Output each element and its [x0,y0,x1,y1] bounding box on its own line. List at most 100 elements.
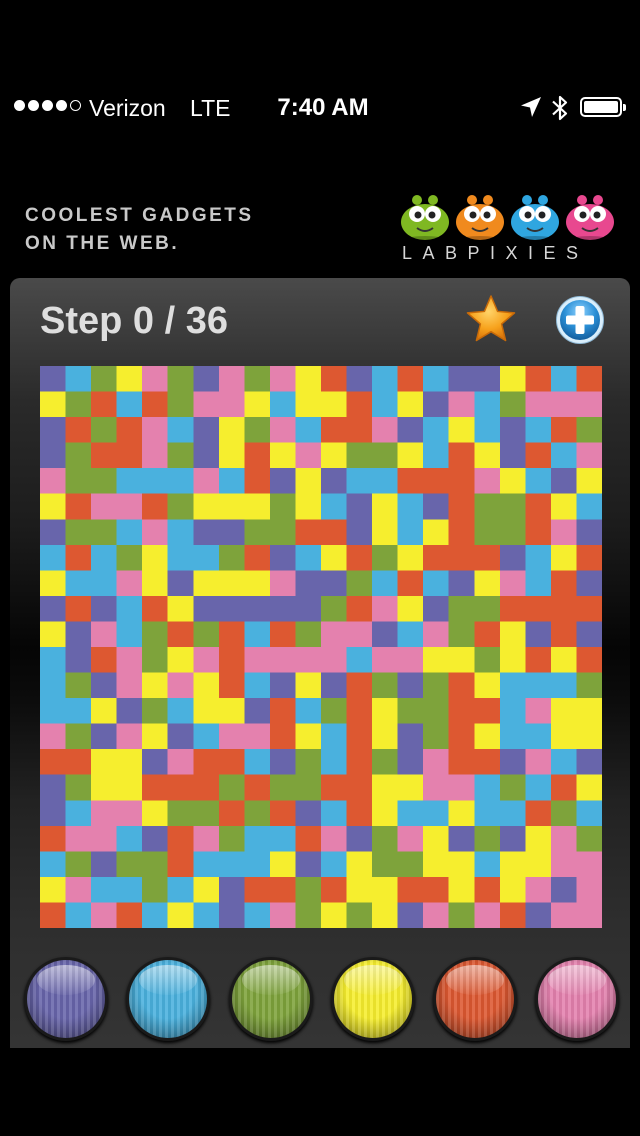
board-cell-yellow [499,647,526,674]
board-cell-blue [91,570,118,597]
board-cell-purple [499,417,526,444]
board-cell-green [295,876,322,904]
add-moves-button[interactable] [555,295,605,345]
board-cell-purple [448,825,475,852]
board-cell-blue [116,519,143,546]
ad-banner[interactable]: COOLEST GADGETS ON THE WEB. LABPIXIES [0,180,640,270]
board-cell-pink [91,621,118,648]
board-cell-purple [218,902,245,928]
star-icon[interactable] [464,294,518,346]
board-cell-purple [499,749,526,776]
board-cell-pink [423,774,450,801]
board-cell-blue [244,672,271,699]
status-time: 7:40 AM [277,94,369,121]
board-cell-red [397,570,424,597]
board-cell-red [193,749,220,776]
board-cell-purple [91,672,118,699]
board-cell-yellow [167,902,194,928]
board-cell-red [448,493,475,520]
board-cell-red [448,698,475,725]
board-cell-blue [321,493,348,520]
board-cell-green [372,825,399,852]
pink-color-button[interactable] [538,960,616,1038]
board-cell-blue [116,468,143,495]
board-cell-red [525,493,552,520]
yellow-color-button[interactable] [334,960,412,1038]
board-cell-pink [218,391,245,418]
board-cell-green [65,468,92,495]
board-cell-purple [91,595,118,623]
board-cell-pink [116,672,143,699]
board-cell-pink [499,570,526,597]
board-cell-red [474,621,501,648]
board-cell-pink [397,825,424,852]
board-cell-yellow [193,876,220,904]
board-cell-pink [321,621,348,648]
blue-color-button[interactable] [129,960,207,1038]
board-cell-green [269,774,297,801]
board-cell-green [295,621,322,648]
board-cell-purple [40,442,67,469]
board-cell-yellow [193,493,220,520]
board-cell-yellow [218,417,245,444]
board-cell-green [423,698,450,725]
game-board[interactable] [40,366,602,928]
board-cell-red [525,519,552,546]
board-cell-purple [499,825,526,852]
board-cell-green [474,493,501,520]
board-cell-blue [321,851,348,878]
board-cell-pink [116,723,143,750]
board-cell-red [40,825,67,852]
board-cell-yellow [40,570,67,597]
board-cell-purple [295,595,322,623]
board-cell-purple [499,544,526,571]
board-cell-blue [346,647,373,674]
board-cell-blue [193,723,220,750]
board-cell-green [193,621,220,648]
board-cell-pink [525,876,552,904]
board-cell-red [218,621,245,648]
board-cell-purple [346,825,373,852]
board-cell-green [91,417,118,444]
board-cell-green [499,519,526,546]
board-cell-blue [142,468,169,495]
board-cell-purple [550,876,578,904]
board-cell-purple [40,595,67,623]
board-cell-purple [193,442,220,469]
board-cell-blue [474,800,501,827]
board-cell-green [499,774,526,801]
board-cell-purple [65,621,92,648]
board-cell-blue [397,800,424,827]
board-cell-green [218,774,245,801]
red-color-button[interactable] [436,960,514,1038]
board-cell-green [372,749,399,776]
board-cell-purple [295,800,322,827]
board-cell-purple [423,595,450,623]
board-cell-red [550,774,578,801]
board-cell-green [372,544,399,571]
board-cell-green [499,493,526,520]
board-cell-blue [193,544,220,571]
board-cell-blue [321,723,348,750]
board-cell-purple [397,902,424,928]
board-cell-red [576,366,602,393]
status-bar: Verizon LTE 7:40 AM [0,80,640,136]
board-cell-blue [244,621,271,648]
board-cell-green [550,800,578,827]
board-cell-purple [65,647,92,674]
green-color-button[interactable] [232,960,310,1038]
board-cell-yellow [321,391,348,418]
board-cell-blue [321,800,348,827]
labpixies-mascots-logo [401,195,614,242]
board-cell-blue [91,876,118,904]
board-cell-purple [91,723,118,750]
board-cell-yellow [321,442,348,469]
board-cell-green [474,595,501,623]
board-cell-red [576,647,602,674]
board-cell-red [167,621,194,648]
board-cell-red [397,468,424,495]
board-cell-blue [65,698,92,725]
purple-color-button[interactable] [27,960,105,1038]
board-cell-green [142,851,169,878]
board-cell-red [499,595,526,623]
